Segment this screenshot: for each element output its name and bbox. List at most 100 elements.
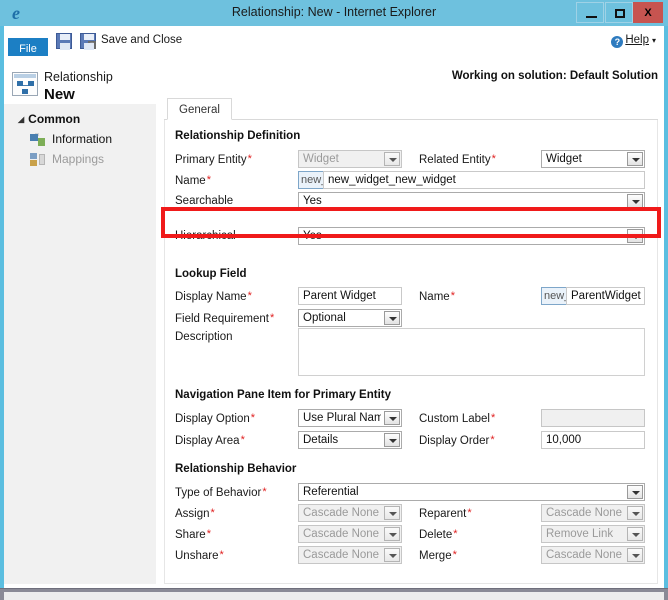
- help-circle-icon: ?: [611, 36, 623, 48]
- display-name-value: Parent Widget: [303, 288, 398, 304]
- solution-note: Working on solution: Default Solution: [452, 70, 658, 82]
- section-title-navigation-pane: Navigation Pane Item for Primary Entity: [175, 389, 391, 401]
- merge-value: Cascade None: [546, 547, 624, 563]
- delete-value: Remove Link: [546, 526, 624, 542]
- lookup-name-prefix[interactable]: new_: [541, 287, 567, 305]
- page-title: New: [44, 86, 75, 103]
- hierarchical-value: Yes: [303, 228, 624, 244]
- label-related-entity: Related Entity*: [419, 153, 496, 166]
- unshare-select[interactable]: Cascade None: [298, 546, 402, 564]
- relationship-name-prefix[interactable]: new_: [298, 171, 324, 189]
- related-entity-value: Widget: [546, 151, 624, 167]
- ie-window: e Relationship: New - Internet Explorer …: [0, 0, 668, 600]
- chevron-down-icon: ▾: [652, 36, 656, 45]
- help-button[interactable]: ?Help▾: [611, 34, 656, 48]
- field-requirement-select[interactable]: Optional: [298, 309, 402, 327]
- close-icon: X: [634, 3, 662, 22]
- chevron-down-icon: [384, 506, 400, 520]
- label-primary-entity: Primary Entity*: [175, 153, 252, 166]
- chevron-down-icon: [627, 229, 643, 243]
- window-title: Relationship: New - Internet Explorer: [0, 5, 668, 19]
- minimize-button[interactable]: [576, 2, 604, 23]
- ribbon-toolbar: File x Save and Close ?Help▾: [4, 26, 664, 56]
- save-icon[interactable]: [56, 33, 72, 49]
- delete-select[interactable]: Remove Link: [541, 525, 645, 543]
- display-option-select[interactable]: Use Plural Name: [298, 409, 402, 427]
- display-option-value: Use Plural Name: [303, 410, 381, 426]
- display-order-input[interactable]: 10,000: [541, 431, 645, 449]
- chevron-down-icon: [627, 527, 643, 541]
- section-title-relationship-definition: Relationship Definition: [175, 130, 300, 142]
- label-display-area: Display Area*: [175, 434, 245, 447]
- chevron-down-icon: [627, 152, 643, 166]
- chevron-down-icon: [384, 527, 400, 541]
- maximize-icon: [615, 9, 625, 18]
- tab-general[interactable]: General: [167, 98, 232, 120]
- reparent-select[interactable]: Cascade None: [541, 504, 645, 522]
- relationship-name-input[interactable]: new_widget_new_widget: [323, 171, 645, 189]
- tabstrip: General: [164, 98, 658, 120]
- type-of-behavior-select[interactable]: Referential: [298, 483, 645, 501]
- label-reparent: Reparent*: [419, 507, 472, 520]
- save-and-close-icon[interactable]: x: [80, 33, 96, 49]
- chevron-down-icon: [627, 194, 643, 208]
- label-description: Description: [175, 331, 233, 343]
- form-content: General Relationship Definition Primary …: [164, 98, 658, 584]
- save-and-close-button[interactable]: Save and Close: [101, 34, 182, 46]
- share-value: Cascade None: [303, 526, 381, 542]
- sidebar-group-label: Common: [28, 112, 80, 126]
- label-display-order: Display Order*: [419, 434, 495, 447]
- label-unshare: Unshare*: [175, 549, 224, 562]
- label-merge: Merge*: [419, 549, 457, 562]
- label-assign: Assign*: [175, 507, 215, 520]
- custom-label-input[interactable]: [541, 409, 645, 427]
- minimize-icon: [586, 16, 597, 18]
- status-bar: [0, 588, 668, 600]
- field-requirement-value: Optional: [303, 310, 381, 326]
- sidebar-item-label: Information: [52, 132, 112, 146]
- sidebar: ◢ Common Information Mappings: [4, 104, 156, 584]
- label-delete: Delete*: [419, 528, 458, 541]
- page-kicker: Relationship: [44, 70, 113, 84]
- display-area-select[interactable]: Details: [298, 431, 402, 449]
- primary-entity-select[interactable]: Widget: [298, 150, 402, 168]
- description-textarea[interactable]: [298, 328, 645, 376]
- searchable-value: Yes: [303, 193, 624, 209]
- chevron-down-icon: [384, 311, 400, 325]
- unshare-value: Cascade None: [303, 547, 381, 563]
- label-hierarchical: Hierarchical: [175, 230, 236, 242]
- title-bar: e Relationship: New - Internet Explorer …: [0, 0, 668, 26]
- assign-select[interactable]: Cascade None: [298, 504, 402, 522]
- maximize-button[interactable]: [605, 2, 633, 23]
- label-share: Share*: [175, 528, 211, 541]
- sidebar-item-label: Mappings: [52, 152, 104, 166]
- close-button[interactable]: X: [633, 2, 663, 23]
- section-title-lookup-field: Lookup Field: [175, 268, 247, 280]
- section-title-relationship-behavior: Relationship Behavior: [175, 463, 296, 475]
- label-searchable: Searchable: [175, 195, 233, 207]
- mappings-icon: [30, 153, 45, 167]
- related-entity-select[interactable]: Widget: [541, 150, 645, 168]
- share-select[interactable]: Cascade None: [298, 525, 402, 543]
- label-lookup-name: Name*: [419, 290, 455, 303]
- help-label: Help: [625, 34, 649, 46]
- general-tab-panel: Relationship Definition Primary Entity* …: [164, 120, 658, 584]
- relationship-icon: [12, 72, 38, 96]
- label-type-of-behavior: Type of Behavior*: [175, 486, 267, 499]
- chevron-collapse-icon: ◢: [18, 115, 24, 124]
- label-display-name: Display Name*: [175, 290, 252, 303]
- type-of-behavior-value: Referential: [303, 484, 624, 500]
- lookup-name-input[interactable]: ParentWidgetId: [566, 287, 645, 305]
- searchable-select[interactable]: Yes: [298, 192, 645, 210]
- reparent-value: Cascade None: [546, 505, 624, 521]
- hierarchical-select[interactable]: Yes: [298, 227, 645, 245]
- label-display-option: Display Option*: [175, 412, 255, 425]
- display-area-value: Details: [303, 432, 381, 448]
- label-field-requirement: Field Requirement*: [175, 312, 274, 325]
- display-name-input[interactable]: Parent Widget: [298, 287, 402, 305]
- sidebar-group-common[interactable]: ◢ Common: [18, 112, 80, 126]
- chevron-down-icon: [627, 485, 643, 499]
- custom-label-value: [546, 410, 641, 426]
- assign-value: Cascade None: [303, 505, 381, 521]
- merge-select[interactable]: Cascade None: [541, 546, 645, 564]
